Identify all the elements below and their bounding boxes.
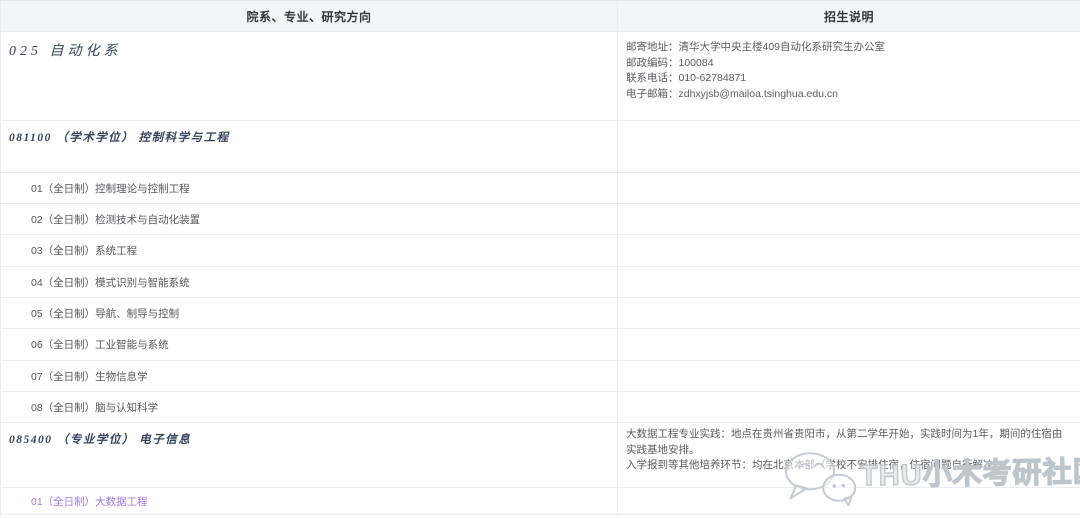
professional-section-row: 085400 （专业学位） 电子信息 大数据工程专业实践：地点在贵州省贵阳市，从… xyxy=(1,423,1080,488)
empty-cell xyxy=(618,204,1080,235)
admissions-page: 院系、专业、研究方向 招生说明 025 自动化系 邮寄地址：清华大学中央主楼40… xyxy=(0,0,1080,518)
program-row: 07（全日制）生物信息学 xyxy=(1,361,1080,392)
empty-cell xyxy=(618,235,1080,267)
contact-line-mailing-address: 邮寄地址：清华大学中央主楼409自动化系研究生办公室 xyxy=(626,40,1070,56)
program-row-navigation-guidance: 05（全日制）导航、制导与控制 xyxy=(1,298,618,329)
empty-cell xyxy=(618,488,1080,515)
contact-line-postal-code: 邮政编码：100084 xyxy=(626,56,1070,72)
program-row: 02（全日制）检测技术与自动化装置 xyxy=(1,204,1080,235)
program-row: 06（全日制）工业智能与系统 xyxy=(1,329,1080,361)
empty-cell xyxy=(618,298,1080,329)
empty-cell xyxy=(618,121,1080,173)
program-row-pattern-recognition: 04（全日制）模式识别与智能系统 xyxy=(1,267,618,298)
empty-cell xyxy=(618,329,1080,361)
contact-line-phone: 联系电话：010-62784871 xyxy=(626,71,1070,87)
empty-cell xyxy=(618,267,1080,298)
program-row-bioinformatics: 07（全日制）生物信息学 xyxy=(1,361,618,392)
program-row-industrial-intelligence: 06（全日制）工业智能与系统 xyxy=(1,329,618,361)
program-row: 08（全日制）脑与认知科学 xyxy=(1,392,1080,423)
note-big-data-practice: 大数据工程专业实践：地点在贵州省贵阳市，从第二学年开始，实践时间为1年，期间的住… xyxy=(626,427,1070,458)
program-row-brain-cognitive-science: 08（全日制）脑与认知科学 xyxy=(1,392,618,423)
empty-cell xyxy=(618,173,1080,204)
table-header-row: 院系、专业、研究方向 招生说明 xyxy=(1,1,1080,32)
program-row-control-theory: 01（全日制）控制理论与控制工程 xyxy=(1,173,618,204)
professional-notes-cell: 大数据工程专业实践：地点在贵州省贵阳市，从第二学年开始，实践时间为1年，期间的住… xyxy=(618,423,1080,488)
program-row: 01（全日制）大数据工程 xyxy=(1,488,1080,515)
department-row: 025 自动化系 邮寄地址：清华大学中央主楼409自动化系研究生办公室 邮政编码… xyxy=(1,32,1080,121)
program-row: 01（全日制）控制理论与控制工程 xyxy=(1,173,1080,204)
admissions-table: 院系、专业、研究方向 招生说明 025 自动化系 邮寄地址：清华大学中央主楼40… xyxy=(0,0,1080,515)
section-title-academic: 081100 （学术学位） 控制科学与工程 xyxy=(1,121,618,173)
program-row-detection-technology: 02（全日制）检测技术与自动化装置 xyxy=(1,204,618,235)
program-row: 04（全日制）模式识别与智能系统 xyxy=(1,267,1080,298)
column-header-programs: 院系、专业、研究方向 xyxy=(1,1,618,32)
academic-section-row: 081100 （学术学位） 控制科学与工程 xyxy=(1,121,1080,173)
column-header-admission-notes: 招生说明 xyxy=(618,1,1080,32)
empty-cell xyxy=(618,392,1080,423)
program-row: 05（全日制）导航、制导与控制 xyxy=(1,298,1080,329)
section-title-professional: 085400 （专业学位） 电子信息 xyxy=(1,423,618,488)
empty-cell xyxy=(618,361,1080,392)
department-title: 025 自动化系 xyxy=(1,32,618,121)
department-contact-cell: 邮寄地址：清华大学中央主楼409自动化系研究生办公室 邮政编码：100084 联… xyxy=(618,32,1080,121)
program-row: 03（全日制）系统工程 xyxy=(1,235,1080,267)
contact-line-email: 电子邮箱：zdhxyjsb@mailoa.tsinghua.edu.cn xyxy=(626,87,1070,103)
program-row-big-data-engineering-link[interactable]: 01（全日制）大数据工程 xyxy=(1,488,618,515)
program-row-systems-engineering: 03（全日制）系统工程 xyxy=(1,235,618,267)
note-enrollment-location: 入学报到等其他培养环节：均在北京本部（学校不安排住宿，住宿问题自行解决）。 xyxy=(626,458,1070,474)
